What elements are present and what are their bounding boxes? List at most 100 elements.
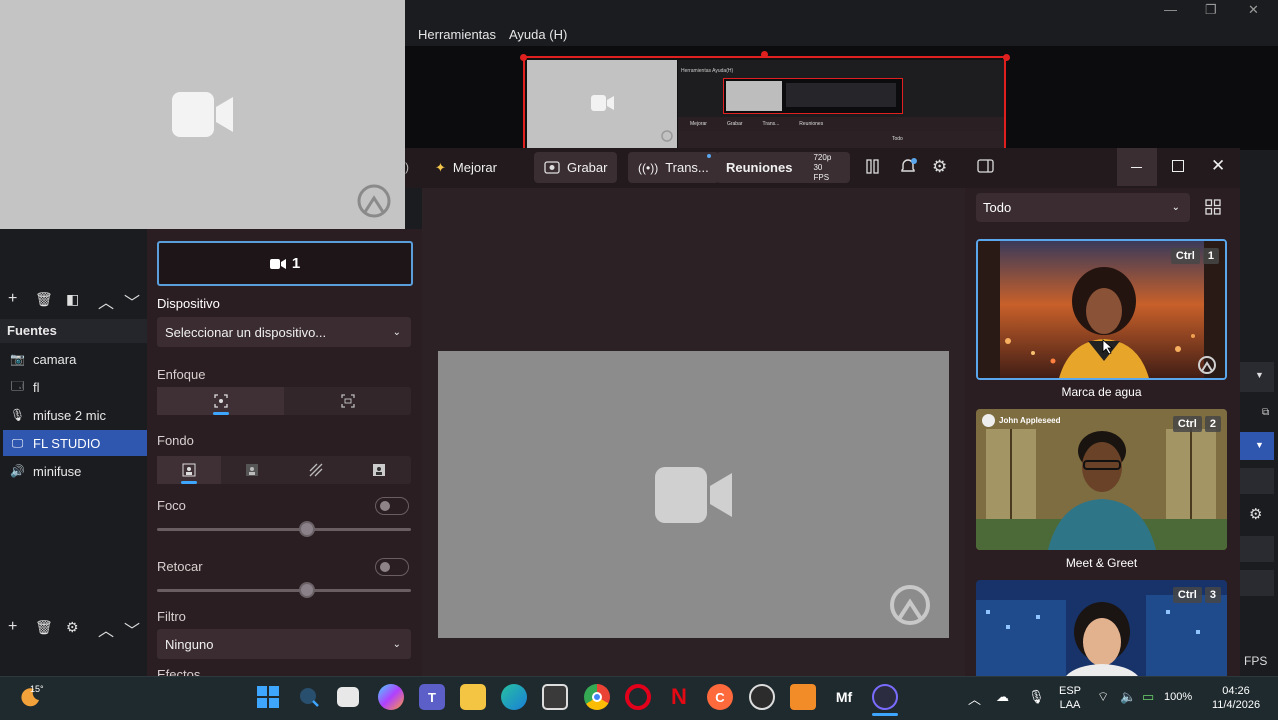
obs-field[interactable]: [1240, 536, 1274, 562]
filter-icon[interactable]: ◧: [66, 291, 79, 308]
obs-minimize-button[interactable]: —: [1164, 2, 1177, 17]
gear-icon[interactable]: ⚙: [1249, 505, 1262, 523]
windows-start-icon[interactable]: [255, 684, 281, 710]
copilot-icon[interactable]: [378, 684, 404, 710]
studio-maximize-button[interactable]: [1172, 160, 1184, 172]
logo-icon: [357, 184, 391, 218]
source-item-camara[interactable]: 📷 camara: [3, 346, 147, 372]
volume-icon[interactable]: 🔈: [1120, 689, 1136, 705]
ctrl-key: Ctrl: [1170, 248, 1200, 264]
wifi-icon[interactable]: ⌔: [1097, 689, 1109, 705]
add-icon[interactable]: +: [8, 618, 17, 636]
obs-dropdown-active[interactable]: ▼: [1240, 432, 1274, 460]
chevron-down-icon: ⌄: [392, 638, 401, 650]
enfoque-option-auto[interactable]: [157, 387, 284, 415]
chevron-down-icon[interactable]: ﹀: [124, 289, 140, 313]
layout-columns-icon[interactable]: [866, 159, 880, 177]
onedrive-icon[interactable]: ☁: [996, 689, 1009, 705]
scene-filter-select[interactable]: Todo ⌄: [976, 193, 1190, 222]
dispositivo-select[interactable]: Seleccionar un dispositivo... ⌄: [157, 317, 411, 347]
source-label: FL STUDIO: [33, 435, 101, 451]
gear-icon[interactable]: ⚙: [932, 157, 947, 177]
obs-close-button[interactable]: ✕: [1248, 2, 1259, 18]
filtro-select[interactable]: Ninguno ⌄: [157, 629, 411, 659]
resolution-badge: 720p 30 FPS: [813, 153, 840, 183]
transmitir-button[interactable]: ((•)) Trans...: [628, 152, 719, 183]
camera-tab-1[interactable]: 1: [157, 241, 413, 286]
app-mf-icon[interactable]: Mf: [831, 684, 857, 710]
bell-icon[interactable]: [899, 158, 917, 178]
foco-toggle[interactable]: [375, 497, 409, 515]
language-indicator[interactable]: ESP LAA: [1055, 684, 1085, 712]
logo-icon: [661, 130, 673, 142]
trash-icon[interactable]: 🗑: [35, 291, 53, 308]
scene-thumbnail-1[interactable]: Ctrl 1: [976, 239, 1227, 380]
studio-preview[interactable]: [438, 351, 949, 638]
netflix-icon[interactable]: N: [666, 684, 692, 710]
obs-icon[interactable]: [749, 684, 775, 710]
source-label: minifuse: [33, 463, 82, 479]
resize-handle-tr[interactable]: [1003, 54, 1010, 61]
menu-herramientas[interactable]: Herramientas: [418, 27, 496, 42]
chevron-up-icon[interactable]: ︿: [968, 689, 981, 708]
studio-close-button[interactable]: ✕: [1211, 156, 1225, 176]
source-item-fl-studio[interactable]: 🖵 FL STUDIO: [3, 430, 147, 456]
store-icon[interactable]: [542, 684, 568, 710]
retocar-toggle[interactable]: [375, 558, 409, 576]
chevron-up-icon[interactable]: ︿: [98, 617, 114, 641]
weather-temp: 15°: [30, 684, 44, 694]
resize-handle-tl[interactable]: [520, 54, 527, 61]
reuniones-button[interactable]: Reuniones 720p 30 FPS: [716, 152, 850, 183]
sidebar-toggle-icon[interactable]: [977, 159, 994, 176]
search-icon[interactable]: [296, 684, 322, 710]
enfoque-option-manual[interactable]: [284, 387, 411, 415]
scene-thumbnail-2[interactable]: John Appleseed Ctrl 2: [976, 409, 1227, 550]
foco-slider-thumb[interactable]: [298, 521, 315, 537]
fondo-option-none[interactable]: [157, 456, 221, 484]
file-explorer-icon[interactable]: [460, 684, 486, 710]
grid-view-icon[interactable]: [1205, 199, 1221, 218]
chevron-down-icon[interactable]: ﹀: [124, 617, 140, 641]
app-icon[interactable]: C: [707, 684, 733, 710]
retocar-slider-thumb[interactable]: [298, 582, 315, 598]
chevron-up-icon[interactable]: ︿: [98, 289, 114, 313]
microphone-icon[interactable]: 🎙: [1028, 689, 1045, 705]
task-view-icon[interactable]: [337, 687, 359, 707]
mejorar-button[interactable]: ✦ Mejorar: [425, 152, 507, 183]
obs-field[interactable]: [1240, 570, 1274, 596]
add-icon[interactable]: +: [8, 290, 17, 308]
fl-studio-icon[interactable]: [790, 684, 816, 710]
foco-slider[interactable]: [157, 528, 411, 531]
studio-minimize-button[interactable]: [1117, 148, 1157, 186]
fondo-option-remove[interactable]: [284, 456, 348, 484]
obs-field[interactable]: [1240, 468, 1274, 494]
ctrl-key: Ctrl: [1172, 587, 1202, 603]
resize-handle-top[interactable]: [761, 51, 768, 58]
source-label: camara: [33, 351, 77, 367]
obs-maximize-button[interactable]: ❐: [1205, 2, 1217, 18]
dispositivo-value: Seleccionar un dispositivo...: [165, 324, 327, 340]
retocar-slider[interactable]: [157, 589, 411, 592]
opera-icon[interactable]: [625, 684, 651, 710]
fondo-option-replace[interactable]: [348, 456, 412, 484]
chrome-icon[interactable]: [584, 684, 610, 710]
trash-icon[interactable]: 🗑: [35, 619, 53, 636]
battery-icon[interactable]: ▭: [1142, 689, 1154, 705]
grabar-button[interactable]: Grabar: [534, 152, 618, 183]
nested-menu-text: Herramientas Ayuda(H): [681, 68, 734, 74]
menu-ayuda[interactable]: Ayuda (H): [509, 27, 567, 42]
scene-thumbnail-3[interactable]: Ctrl 3: [976, 580, 1227, 676]
source-item-minifuse[interactable]: 🔊 minifuse: [3, 458, 147, 484]
source-item-mic[interactable]: 🎙 mifuse 2 mic: [3, 402, 147, 428]
studio-app-icon[interactable]: [872, 684, 898, 710]
gear-icon[interactable]: ⚙: [66, 619, 79, 636]
teams-icon[interactable]: T: [419, 684, 445, 710]
obs-dropdown[interactable]: ▼: [1240, 362, 1274, 392]
edge-icon[interactable]: [501, 684, 527, 710]
obs-selected-source-frame[interactable]: Herramientas Ayuda(H) Mejorar Grabar Tra…: [523, 56, 1006, 151]
source-item-fl[interactable]: 🗔 fl: [3, 374, 147, 400]
fondo-option-blur[interactable]: [221, 456, 285, 484]
copy-icon[interactable]: ⧉: [1262, 407, 1269, 418]
chrome-center: [592, 692, 602, 702]
clock[interactable]: 04:26 11/4/2026: [1206, 684, 1266, 712]
